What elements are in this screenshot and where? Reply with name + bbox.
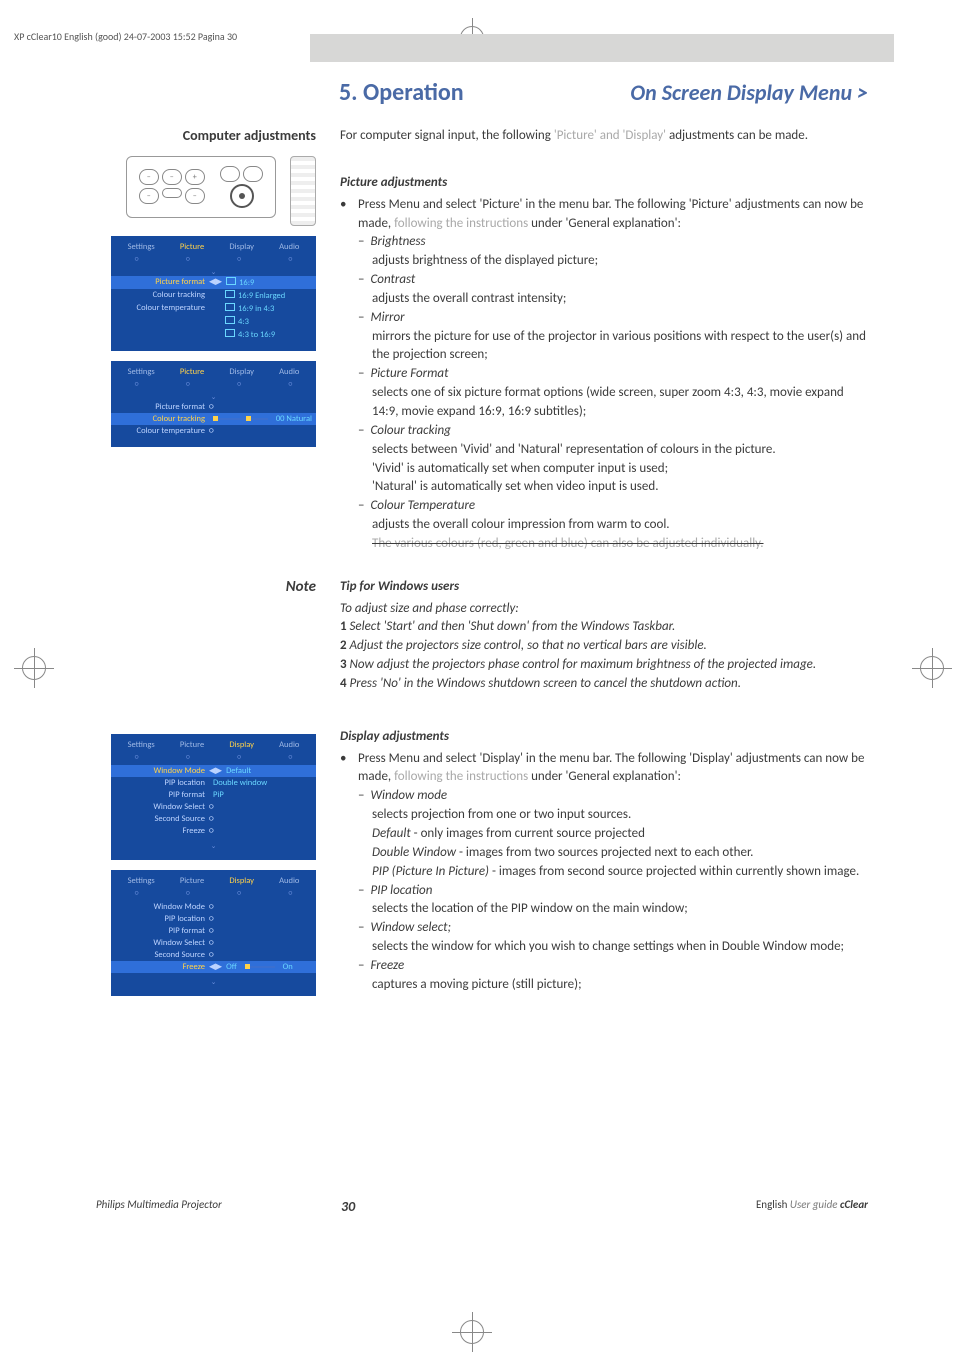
tip-steps: 1 Select 'Start' and then 'Shut down' fr… (340, 618, 868, 693)
display-item: –PIP location (358, 882, 868, 901)
display-item: –Window mode (358, 787, 868, 806)
tip-step: 1 Select 'Start' and then 'Shut down' fr… (340, 618, 868, 637)
page-footer: Philips Multimedia Projector 30 English … (96, 1198, 868, 1211)
osd-colour-tracking-screenshot: SettingsPicture DisplayAudio ○○○○ ⌄ Pict… (111, 361, 316, 447)
remote-control-icon (290, 156, 316, 226)
keypad-button (220, 166, 240, 182)
keypad-button: + (185, 169, 205, 185)
display-item: –Freeze (358, 957, 868, 976)
tip-step: 3 Now adjust the projectors phase contro… (340, 656, 868, 675)
picture-item: –Mirror (358, 309, 868, 328)
page-title-bar: 5. Operation On Screen Display Menu > (339, 34, 868, 107)
picture-item: –Colour Temperature (358, 497, 868, 516)
footer-page-number: 30 (341, 1198, 355, 1215)
tip-step: 2 Adjust the projectors size control, so… (340, 637, 868, 656)
picture-bullet: Press Menu and select 'Picture' in the m… (340, 196, 868, 554)
keypad-button (243, 166, 263, 182)
footer-product: Philips Multimedia Projector (96, 1198, 222, 1211)
picture-item: –Colour tracking (358, 422, 868, 441)
picture-item-desc: adjusts brightness of the displayed pict… (358, 252, 868, 271)
picture-item-desc: mirrors the picture for use of the proje… (358, 328, 868, 366)
keypad-button: – (185, 188, 205, 204)
footer-right: English User guide cClear (756, 1198, 868, 1211)
osd-display-windowmode-screenshot: SettingsPicture DisplayAudio ○○○○ Window… (111, 734, 316, 860)
keypad-button (162, 188, 182, 198)
projector-keypad-icon: – – + – – (126, 156, 276, 218)
tip-intro: To adjust size and phase correctly: (340, 600, 868, 619)
tip-step: 4 Press 'No' in the Windows shutdown scr… (340, 675, 868, 694)
picture-item: –Picture Format (358, 365, 868, 384)
osd-picture-format-screenshot: SettingsPicture DisplayAudio ○○○○ ⌄ Pict… (111, 236, 316, 351)
registration-mark-icon (22, 656, 46, 680)
keypad-ring-icon (230, 184, 254, 208)
picture-adjustments-heading: Picture adjustments (340, 174, 868, 193)
picture-item-desc: selects between 'Vivid' and 'Natural' re… (358, 441, 868, 460)
picture-item-desc: adjusts the overall colour impression fr… (358, 516, 868, 535)
display-bullet: Press Menu and select 'Display' in the m… (340, 750, 868, 995)
page: 5. Operation On Screen Display Menu > Co… (60, 28, 894, 1066)
picture-item-desc: adjusts the overall contrast intensity; (358, 290, 868, 309)
registration-mark-icon (920, 656, 944, 680)
keypad-button: – (139, 169, 159, 185)
keypad-button: – (162, 169, 182, 185)
keypad-button: – (139, 188, 159, 204)
intro-text: For computer signal input, the following… (340, 127, 868, 146)
section-number-title: 5. Operation (339, 78, 464, 107)
hardware-illustration: – – + – – (96, 156, 316, 226)
tip-heading: Tip for Windows users (340, 578, 868, 597)
note-label: Note (96, 578, 316, 596)
picture-item-desc: selects one of six picture format option… (358, 384, 868, 422)
osd-display-freeze-screenshot: SettingsPicture DisplayAudio ○○○○ Window… (111, 870, 316, 996)
section-subtitle: On Screen Display Menu > (630, 79, 868, 106)
display-item: –Window select; (358, 919, 868, 938)
registration-mark-icon (460, 1320, 484, 1344)
picture-item: –Contrast (358, 271, 868, 290)
sidebar-heading: Computer adjustments (96, 127, 316, 144)
picture-item: –Brightness (358, 233, 868, 252)
display-adjustments-heading: Display adjustments (340, 728, 868, 747)
